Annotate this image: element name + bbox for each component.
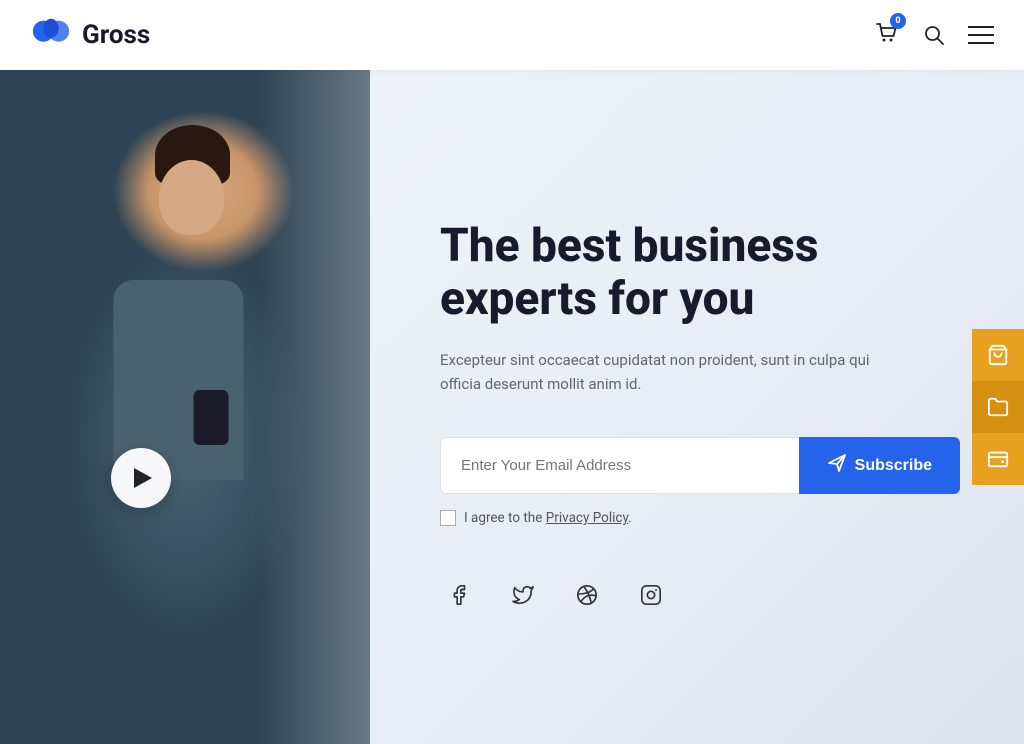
privacy-policy-link[interactable]: Privacy Policy xyxy=(546,510,628,526)
person-phone xyxy=(193,390,228,445)
search-button[interactable] xyxy=(922,23,946,47)
send-icon xyxy=(827,453,847,478)
hamburger-icon xyxy=(968,25,994,45)
search-icon xyxy=(922,23,946,47)
hero-image xyxy=(0,70,370,744)
logo-icon xyxy=(30,14,72,56)
right-panel: The best business experts for you Except… xyxy=(370,70,1024,744)
instagram-icon[interactable] xyxy=(632,576,670,614)
cart-badge: 0 xyxy=(890,13,906,29)
sidebar-folder-icon xyxy=(987,396,1009,418)
hero-subtitle: Excepteur sint occaecat cupidatat non pr… xyxy=(440,348,870,398)
sidebar-cart-icon xyxy=(987,344,1009,366)
hero-title: The best business experts for you xyxy=(440,220,860,326)
subscribe-button[interactable]: Subscribe xyxy=(799,437,960,494)
privacy-checkbox[interactable] xyxy=(440,510,456,526)
sidebar-cart-button[interactable] xyxy=(972,329,1024,381)
subscribe-form: Subscribe xyxy=(440,437,960,494)
floating-sidebar xyxy=(972,329,1024,485)
social-icons xyxy=(440,576,964,614)
subscribe-label: Subscribe xyxy=(855,457,932,475)
play-button[interactable] xyxy=(111,448,171,508)
sidebar-wallet-button[interactable] xyxy=(972,433,1024,485)
dribbble-icon[interactable] xyxy=(568,576,606,614)
cart-button[interactable]: 0 xyxy=(872,19,900,51)
sidebar-wallet-icon xyxy=(987,448,1009,470)
email-input[interactable] xyxy=(440,437,799,494)
logo-area: Gross xyxy=(30,14,150,56)
menu-button[interactable] xyxy=(968,25,994,45)
privacy-row: I agree to the Privacy Policy. xyxy=(440,510,964,526)
sidebar-wishlist-button[interactable] xyxy=(972,381,1024,433)
privacy-agree-text: I agree to the Privacy Policy. xyxy=(464,510,632,526)
logo-text: Gross xyxy=(82,20,150,50)
person-head xyxy=(159,160,224,235)
header-icons: 0 xyxy=(872,19,994,51)
twitter-icon[interactable] xyxy=(504,576,542,614)
header: Gross 0 xyxy=(0,0,1024,70)
facebook-icon[interactable] xyxy=(440,576,478,614)
paper-plane-icon xyxy=(827,453,847,473)
play-icon xyxy=(134,468,152,488)
main-content: The best business experts for you Except… xyxy=(0,70,1024,744)
